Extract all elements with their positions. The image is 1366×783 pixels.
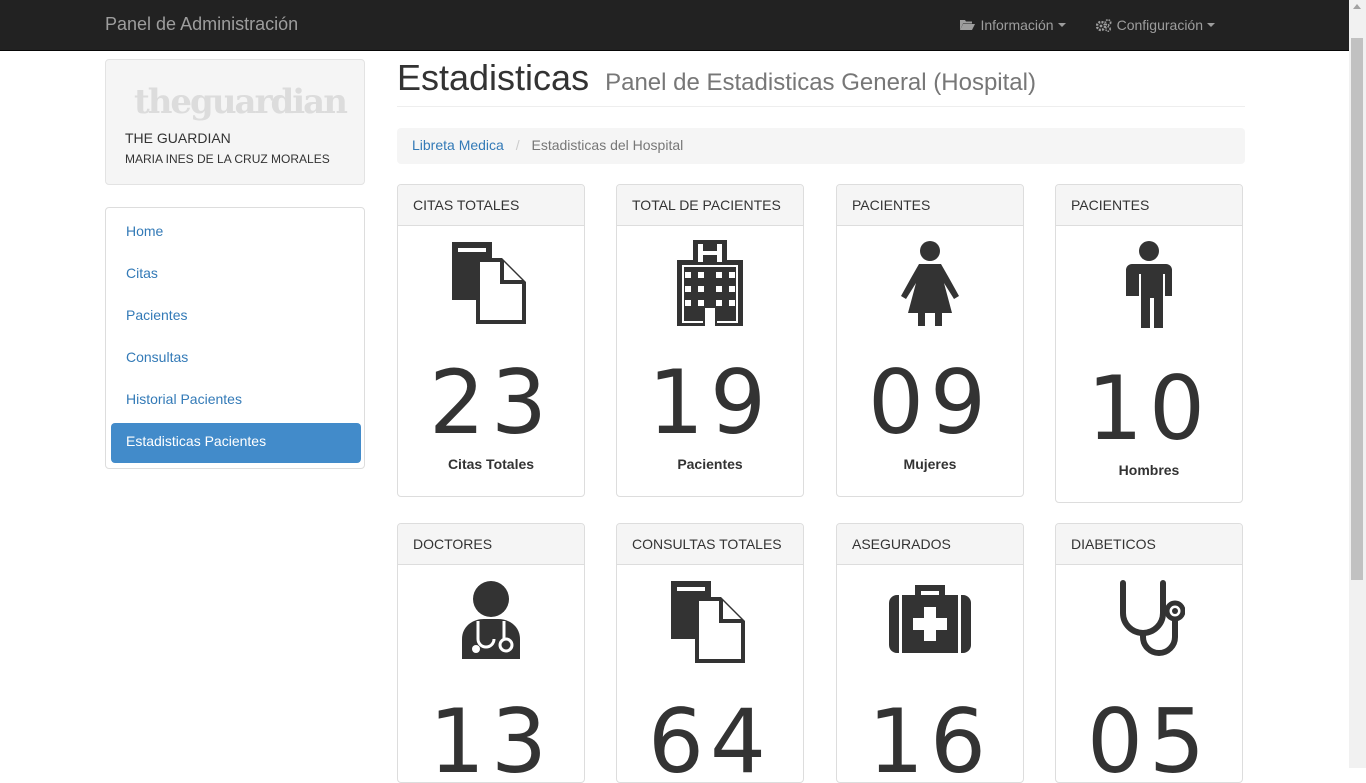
stat-value: 05: [1087, 690, 1211, 783]
profile-user: MARIA INES DE LA CRUZ MORALES: [125, 152, 330, 166]
breadcrumb-separator: /: [515, 137, 520, 153]
files-icon: [617, 579, 803, 667]
folder-open-icon: [960, 20, 976, 30]
card-heading: TOTAL DE PACIENTES: [617, 185, 803, 226]
stat-value: 16: [868, 690, 992, 783]
stat-card-pacientes-total: TOTAL DE PACIENTES 19 Pacientes: [616, 184, 804, 497]
stat-card-asegurados: ASEGURADOS 16: [836, 523, 1024, 783]
stat-card-doctores: DOCTORES 13: [397, 523, 585, 783]
card-heading: DIABETICOS: [1056, 524, 1242, 565]
stat-caption: Pacientes: [677, 456, 743, 472]
top-navbar: Panel de Administración Información Conf…: [0, 0, 1366, 51]
stat-card-citas: CITAS TOTALES 23 Citas Totales: [397, 184, 585, 497]
card-heading: ASEGURADOS: [837, 524, 1023, 565]
stat-card-hombres: PACIENTES 10 Hombres: [1055, 184, 1243, 503]
config-label: Configuración: [1116, 17, 1203, 33]
stat-value: 09: [868, 351, 992, 454]
scroll-up-icon[interactable]: [1353, 4, 1361, 9]
navbar-brand[interactable]: Panel de Administración: [105, 14, 298, 35]
sidebar-menu: Home Citas Pacientes Consultas Historial…: [105, 207, 365, 469]
stethoscope-icon: [1056, 579, 1242, 667]
stat-value: 10: [1087, 357, 1211, 460]
stat-value: 13: [429, 690, 553, 783]
scroll-thumb[interactable]: [1351, 38, 1363, 580]
page-subtitle: Panel de Estadisticas General (Hospital): [605, 69, 1036, 96]
page-title: Estadisticas Panel de Estadisticas Gener…: [397, 57, 1036, 99]
gears-icon: [1095, 18, 1112, 32]
card-heading: CONSULTAS TOTALES: [617, 524, 803, 565]
stat-value: 19: [648, 351, 772, 454]
stat-caption: Hombres: [1118, 462, 1180, 478]
card-heading: PACIENTES: [1056, 185, 1242, 226]
config-dropdown[interactable]: Configuración: [1081, 0, 1230, 50]
sidebar-item-estadisticas[interactable]: Estadisticas Pacientes: [111, 423, 361, 463]
breadcrumb-link[interactable]: Libreta Medica: [412, 137, 504, 153]
breadcrumb: Libreta Medica / Estadisticas del Hospit…: [397, 128, 1245, 164]
info-label: Información: [980, 17, 1054, 33]
sidebar-item-historial[interactable]: Historial Pacientes: [111, 381, 361, 421]
stat-card-mujeres: PACIENTES 09 Mujeres: [836, 184, 1024, 497]
female-icon: [837, 240, 1023, 328]
stat-value: 23: [429, 351, 553, 454]
stat-card-diabeticos: DIABETICOS 05: [1055, 523, 1243, 783]
card-heading: PACIENTES: [837, 185, 1023, 226]
guardian-logo: theguardian: [134, 82, 348, 122]
card-heading: DOCTORES: [398, 524, 584, 565]
page-title-text: Estadisticas: [397, 57, 590, 98]
chevron-down-icon: [1207, 23, 1215, 27]
sidebar-item-home[interactable]: Home: [111, 213, 361, 253]
card-heading: CITAS TOTALES: [398, 185, 584, 226]
profile-panel: theguardian THE GUARDIAN MARIA INES DE L…: [105, 59, 365, 185]
sidebar-item-pacientes[interactable]: Pacientes: [111, 297, 361, 337]
stat-caption: Citas Totales: [447, 456, 535, 472]
stat-value: 64: [648, 690, 772, 783]
files-icon: [398, 240, 584, 328]
info-dropdown[interactable]: Información: [945, 0, 1080, 50]
breadcrumb-current: Estadisticas del Hospital: [531, 137, 684, 153]
stat-card-consultas: CONSULTAS TOTALES 64: [616, 523, 804, 783]
sidebar-item-citas[interactable]: Citas: [111, 255, 361, 295]
doctor-icon: [398, 579, 584, 667]
sidebar-item-consultas[interactable]: Consultas: [111, 339, 361, 379]
navbar-right: Información Configuración: [945, 0, 1230, 50]
stat-caption: Mujeres: [903, 456, 957, 472]
title-divider: [397, 106, 1245, 107]
profile-name: THE GUARDIAN: [125, 130, 231, 146]
medkit-icon: [837, 579, 1023, 667]
male-icon: [1056, 240, 1242, 328]
page-scrollbar[interactable]: [1349, 0, 1366, 768]
hospital-icon: [617, 240, 803, 328]
chevron-down-icon: [1057, 23, 1066, 27]
